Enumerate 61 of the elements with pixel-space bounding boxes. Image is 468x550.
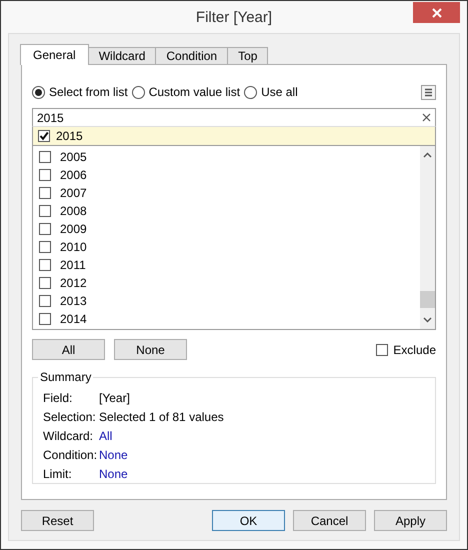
checkbox[interactable]: [38, 130, 50, 142]
radio-label: Custom value list: [148, 85, 240, 99]
summary-link[interactable]: None: [99, 448, 128, 462]
list-item[interactable]: 2009: [60, 222, 87, 236]
dialog-button[interactable]: Apply: [374, 510, 447, 531]
close-icon: [432, 8, 442, 18]
list-item[interactable]: 2011: [60, 258, 86, 272]
summary-link[interactable]: None: [99, 466, 128, 480]
summary-value: Selected 1 of 81 values: [99, 410, 224, 424]
list-item[interactable]: 2007: [60, 186, 87, 200]
radio-label: Select from list: [49, 85, 128, 99]
list-button[interactable]: All: [32, 339, 105, 360]
checkbox[interactable]: [376, 344, 388, 356]
radio-label: Use all: [261, 85, 298, 99]
summary-link[interactable]: All: [99, 428, 112, 442]
radio-button[interactable]: [32, 86, 45, 98]
checkbox-label: Exclude: [393, 342, 436, 356]
checkbox[interactable]: [39, 313, 51, 325]
summary-label: Selection:: [43, 410, 97, 424]
menu-icon[interactable]: [421, 84, 436, 100]
checkbox[interactable]: [39, 223, 51, 235]
list-item[interactable]: 2014: [60, 312, 87, 326]
tab[interactable]: General: [20, 44, 89, 65]
clear-icon[interactable]: [422, 113, 431, 122]
list-item[interactable]: 2005: [60, 150, 87, 164]
list-button[interactable]: None: [114, 339, 187, 360]
dialog-button[interactable]: Cancel: [293, 510, 366, 531]
summary-label: Limit:: [43, 466, 73, 480]
list-item[interactable]: 2006: [60, 168, 87, 182]
summary-value: [Year]: [99, 390, 130, 404]
close-button[interactable]: [413, 2, 460, 23]
list-item[interactable]: 2010: [60, 240, 87, 254]
tab[interactable]: Top: [227, 47, 268, 64]
window-title: Filter [Year]: [196, 8, 272, 26]
checkbox[interactable]: [39, 241, 51, 253]
tab[interactable]: Condition: [155, 47, 228, 64]
scroll-up-icon[interactable]: [423, 152, 432, 158]
list-item[interactable]: 2008: [60, 204, 87, 218]
scroll-down-icon[interactable]: [423, 317, 432, 323]
list-item[interactable]: 2013: [60, 294, 87, 308]
checkbox[interactable]: [39, 277, 51, 289]
list-item[interactable]: 2012: [60, 276, 87, 290]
checkbox[interactable]: [39, 259, 51, 271]
summary-label: Condition:: [43, 448, 98, 462]
radio-button[interactable]: [244, 86, 258, 98]
summary-label: Field:: [43, 390, 74, 404]
scrollbar-thumb[interactable]: [420, 291, 435, 308]
list-item[interactable]: 2015: [56, 129, 83, 143]
radio-button[interactable]: [132, 86, 145, 98]
checkbox[interactable]: [39, 151, 51, 163]
checkbox[interactable]: [39, 295, 51, 307]
tab[interactable]: Wildcard: [88, 47, 156, 64]
search-field[interactable]: 2015: [32, 108, 436, 126]
summary-label: Wildcard:: [43, 428, 94, 442]
group-title: Summary: [39, 370, 92, 384]
dialog-button[interactable]: OK: [212, 510, 285, 531]
scrollbar[interactable]: [420, 146, 435, 329]
checkbox[interactable]: [39, 205, 51, 217]
checkbox[interactable]: [39, 169, 51, 181]
dialog-button[interactable]: Reset: [21, 510, 94, 531]
checkbox[interactable]: [39, 187, 51, 199]
